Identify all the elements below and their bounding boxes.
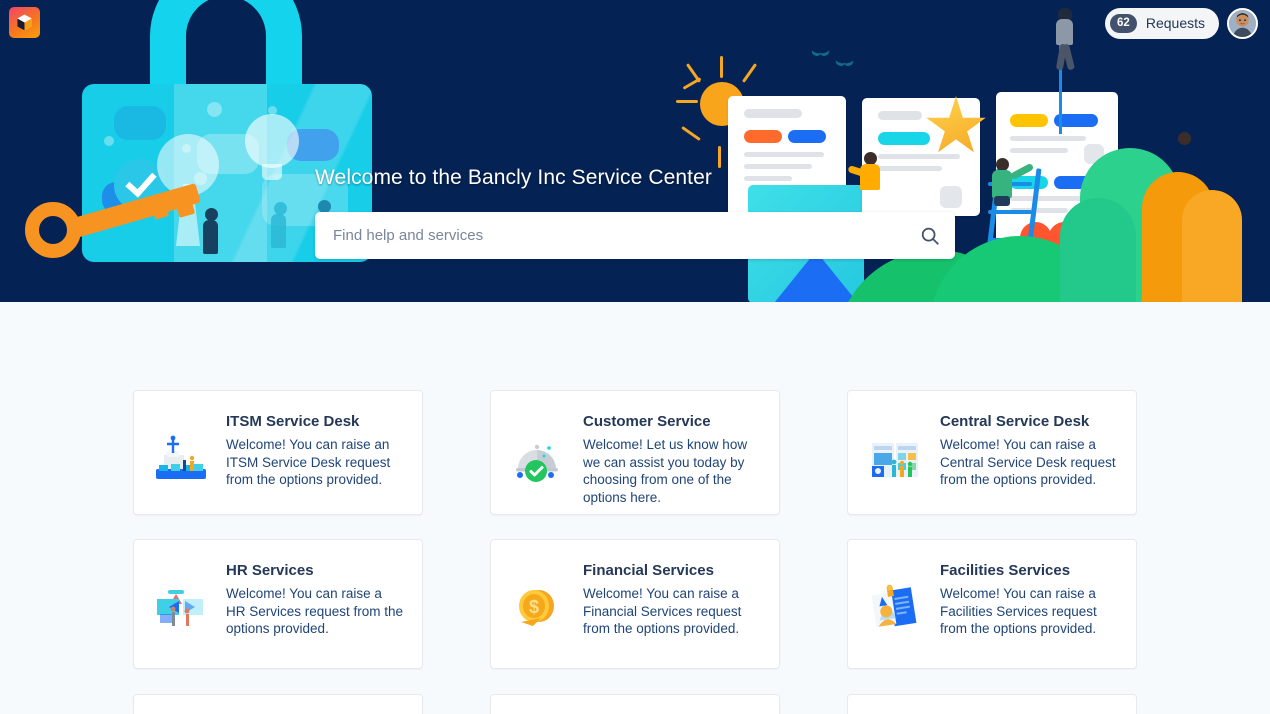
service-center-page: Welcome to the Bancly Inc Service Center… xyxy=(0,0,1270,714)
search-input[interactable] xyxy=(333,227,919,244)
green-leaf-icon xyxy=(1060,198,1136,302)
requests-count-badge: 62 xyxy=(1109,13,1137,33)
service-card-grid-next-row xyxy=(133,694,1138,714)
card-title: ITSM Service Desk xyxy=(226,413,360,430)
service-card[interactable]: Central Service Desk Welcome! You can ra… xyxy=(847,390,1137,515)
search-icon[interactable] xyxy=(919,225,941,247)
service-card[interactable] xyxy=(133,694,423,714)
card-title: Central Service Desk xyxy=(940,413,1090,430)
facilities-services-icon xyxy=(868,582,922,636)
card-description: Welcome! You can raise an ITSM Service D… xyxy=(226,437,391,487)
hr-services-icon xyxy=(154,582,208,636)
hero-banner: Welcome to the Bancly Inc Service Center xyxy=(0,0,1270,302)
card-body: Central Service Desk Welcome! You can ra… xyxy=(940,413,1118,489)
service-card[interactable]: HR Services Welcome! You can raise a HR … xyxy=(133,539,423,669)
card-body: HR Services Welcome! You can raise a HR … xyxy=(226,562,404,638)
app-logo[interactable] xyxy=(9,7,40,38)
card-body: ITSM Service Desk Welcome! You can raise… xyxy=(226,413,404,489)
card-description: Welcome! You can raise a Financial Servi… xyxy=(583,586,742,636)
card-body: Facilities Services Welcome! You can rai… xyxy=(940,562,1118,638)
requests-label: Requests xyxy=(1145,15,1205,31)
central-service-desk-icon xyxy=(868,433,922,487)
bird-icon xyxy=(836,54,854,63)
card-description: Welcome! Let us know how we can assist y… xyxy=(583,437,748,505)
card-body: Customer Service Welcome! Let us know ho… xyxy=(583,413,761,506)
service-card[interactable] xyxy=(490,694,780,714)
service-card[interactable]: $ Financial Services Welcome! You can ra… xyxy=(490,539,780,669)
card-description: Welcome! You can raise a HR Services req… xyxy=(226,586,404,636)
card-description: Welcome! You can raise a Central Service… xyxy=(940,437,1116,487)
service-card[interactable] xyxy=(847,694,1137,714)
card-title: Customer Service xyxy=(583,413,711,430)
card-title: Financial Services xyxy=(583,562,714,579)
card-title: HR Services xyxy=(226,562,314,579)
hero-content: Welcome to the Bancly Inc Service Center xyxy=(315,166,955,190)
avatar[interactable] xyxy=(1227,7,1258,39)
service-card[interactable]: Facilities Services Welcome! You can rai… xyxy=(847,539,1137,669)
service-card[interactable]: Customer Service Welcome! Let us know ho… xyxy=(490,390,780,515)
orange-leaf-icon xyxy=(1182,190,1242,302)
cube-logo-icon xyxy=(17,14,32,31)
customer-service-icon xyxy=(511,433,565,487)
card-title: Facilities Services xyxy=(940,562,1071,579)
search-bar[interactable] xyxy=(315,212,955,259)
bird-icon xyxy=(812,44,830,53)
requests-button[interactable]: 62 Requests xyxy=(1104,7,1219,39)
service-card[interactable]: ITSM Service Desk Welcome! You can raise… xyxy=(133,390,423,515)
svg-text:$: $ xyxy=(529,597,539,617)
avatar-photo xyxy=(1229,9,1256,37)
page-title: Welcome to the Bancly Inc Service Center xyxy=(315,166,712,189)
card-body: Financial Services Welcome! You can rais… xyxy=(583,562,761,638)
itsm-service-desk-icon xyxy=(154,433,208,487)
service-card-grid: ITSM Service Desk Welcome! You can raise… xyxy=(133,390,1138,669)
header-right: 62 Requests xyxy=(1104,7,1258,39)
financial-services-icon: $ xyxy=(511,582,565,636)
card-description: Welcome! You can raise a Facilities Serv… xyxy=(940,586,1097,636)
